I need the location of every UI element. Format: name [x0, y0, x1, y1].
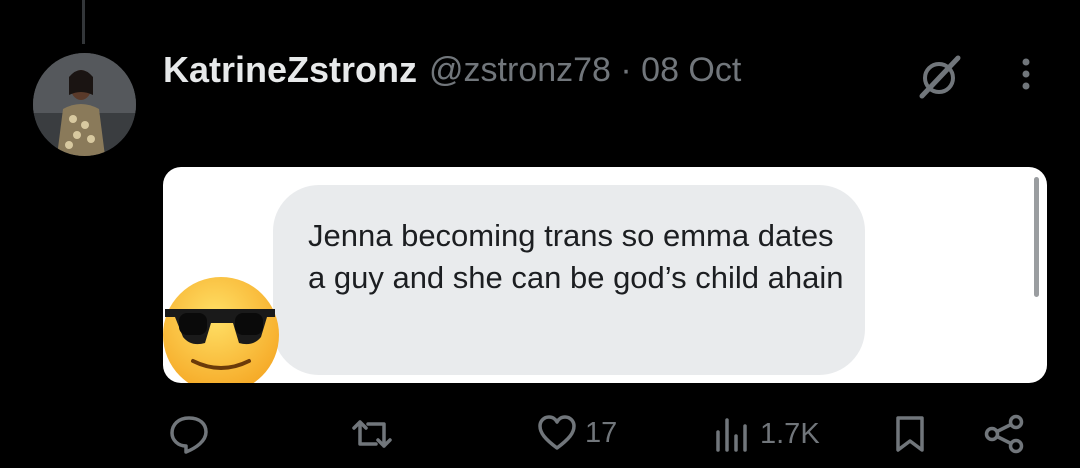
- thread-line: [82, 0, 85, 44]
- tweet-header: KatrineZstronz @zstronz78 · 08 Oct: [163, 49, 741, 91]
- grok-icon[interactable]: [914, 52, 964, 102]
- chat-bubble: Jenna becoming trans so emma dates a guy…: [273, 185, 865, 375]
- reply-icon: [170, 416, 208, 454]
- reply-button[interactable]: [168, 414, 218, 454]
- retweet-button[interactable]: [348, 414, 404, 454]
- share-icon: [984, 414, 1024, 454]
- sunglasses-emoji-icon: [163, 269, 281, 383]
- action-bar: 17 1.7K: [0, 400, 1080, 464]
- share-button[interactable]: [982, 414, 1026, 454]
- scrollbar: [1034, 177, 1039, 297]
- bookmark-icon: [896, 416, 924, 452]
- bookmark-button[interactable]: [892, 414, 928, 454]
- views-icon: [716, 418, 747, 452]
- like-count: 17: [585, 416, 618, 449]
- chat-message-text: Jenna becoming trans so emma dates a guy…: [308, 218, 844, 295]
- avatar-image: [33, 53, 136, 156]
- display-name[interactable]: KatrineZstronz: [163, 49, 417, 91]
- tweet-media-image[interactable]: Jenna becoming trans so emma dates a guy…: [163, 167, 1047, 383]
- views-count: 1.7K: [760, 417, 820, 450]
- handle-and-date[interactable]: @zstronz78 · 08 Oct: [429, 51, 741, 90]
- retweet-icon: [352, 420, 392, 448]
- avatar[interactable]: [33, 53, 136, 156]
- like-icon: [538, 415, 576, 450]
- views-button[interactable]: 1.7K: [712, 414, 820, 454]
- more-icon[interactable]: [1016, 54, 1036, 94]
- like-button[interactable]: 17: [537, 414, 617, 452]
